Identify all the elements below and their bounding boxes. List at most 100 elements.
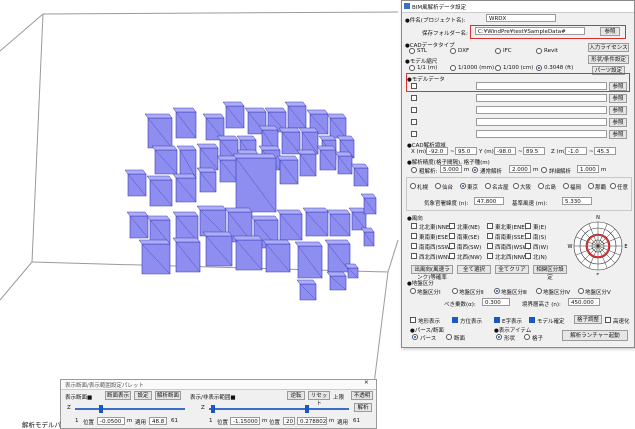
res-detail-input[interactable]: 1.000	[577, 165, 599, 173]
left-slider-track[interactable]	[75, 408, 185, 410]
launch-analysis-button[interactable]: 解析ランチャー起動	[562, 330, 628, 341]
right-upper-input[interactable]: 0.278802	[297, 417, 327, 425]
wind-dir-check[interactable]	[525, 243, 531, 249]
region-x-max-input[interactable]: 95.0	[455, 147, 477, 155]
cad-type-ifc-radio[interactable]	[495, 48, 501, 54]
direction-display-check[interactable]	[452, 317, 458, 323]
res-rough-input[interactable]: 5.000	[440, 165, 462, 173]
res-rough-radio[interactable]	[411, 167, 417, 173]
shape-condition-button[interactable]: 形状/条件設定	[588, 55, 629, 64]
palette-close-icon[interactable]: ✕	[364, 380, 369, 386]
model-row-4-input[interactable]	[476, 118, 607, 126]
city-fukuoka-radio[interactable]	[563, 183, 569, 189]
model-row-5-browse[interactable]: 参照	[609, 130, 627, 139]
model-row-5-input[interactable]	[476, 130, 607, 138]
display-grid-radio[interactable]	[524, 334, 530, 340]
region-x-min-input[interactable]: -92.0	[426, 147, 448, 155]
terrain-display-check[interactable]	[410, 317, 416, 323]
cad-type-revit-radio[interactable]	[536, 48, 542, 54]
city-osaka-radio[interactable]	[513, 183, 519, 189]
region-z-max-input[interactable]: 45.3	[594, 147, 616, 155]
res-normal-input[interactable]: 2.000	[509, 165, 531, 173]
left-slider-thumb[interactable]	[99, 405, 103, 413]
scale-ft-radio[interactable]	[536, 65, 542, 71]
city-nagoya-radio[interactable]	[485, 183, 491, 189]
e-display-check[interactable]	[494, 317, 500, 323]
left-apply-input[interactable]: 48.8	[149, 417, 167, 425]
temp-input[interactable]: 47.800	[474, 197, 504, 205]
right-lower-input[interactable]: -1.15000	[230, 417, 260, 425]
invert-button[interactable]: 逆転	[287, 391, 305, 400]
model-row-2-check[interactable]	[411, 95, 417, 101]
all-clear-button[interactable]: 全てクリア	[495, 265, 529, 274]
opacity-button[interactable]: 不透明	[351, 391, 373, 400]
right-slider-upper-thumb[interactable]	[305, 405, 309, 413]
pass-section-radio[interactable]	[446, 334, 452, 340]
wind-dir-check[interactable]	[411, 233, 417, 239]
wind-dir-check[interactable]	[411, 243, 417, 249]
import-license-button[interactable]: 入力ライセンス	[588, 43, 629, 52]
analysis-palette-button[interactable]: 解析	[354, 403, 372, 412]
res-normal-radio[interactable]	[472, 167, 478, 173]
model-row-4-browse[interactable]: 参照	[609, 118, 627, 127]
ref-wind-input[interactable]: 5.330	[562, 197, 592, 205]
cad-type-dxf-radio[interactable]	[450, 48, 456, 54]
analysis-section-button[interactable]: 解析断面	[155, 391, 181, 400]
city-custom-radio[interactable]	[610, 183, 616, 189]
section-setting-button[interactable]: 設定	[134, 391, 152, 400]
wind-dir-check[interactable]	[411, 223, 417, 229]
wind-dir-check[interactable]	[525, 253, 531, 259]
region-y-max-input[interactable]: 89.5	[523, 147, 545, 155]
res-detail-radio[interactable]	[541, 167, 547, 173]
wind-dir-check[interactable]	[525, 223, 531, 229]
city-sapporo-radio[interactable]	[410, 183, 416, 189]
palette-titlebar[interactable]: 表示断面/表示範囲設定パレット ✕	[61, 380, 376, 390]
ground-1-radio[interactable]	[410, 288, 416, 294]
city-sendai-radio[interactable]	[435, 183, 441, 189]
city-tokyo-radio[interactable]	[460, 183, 466, 189]
boundary-height-input[interactable]: 450.000	[568, 298, 600, 306]
region-y-min-input[interactable]: -98.0	[494, 147, 516, 155]
scale-1-1-radio[interactable]	[409, 65, 415, 71]
ground-4-radio[interactable]	[536, 288, 542, 294]
model-row-3-check[interactable]	[411, 107, 417, 113]
model-row-5-check[interactable]	[411, 131, 417, 137]
wind-dir-check[interactable]	[449, 243, 455, 249]
wind-dir-check[interactable]	[487, 223, 493, 229]
region-z-min-input[interactable]: -1.0	[565, 147, 587, 155]
wind-dir-check[interactable]	[487, 253, 493, 259]
wind-dir-check[interactable]	[487, 233, 493, 239]
reset-button[interactable]: リセット	[308, 391, 330, 407]
all-select-button[interactable]: 全て選択	[457, 265, 491, 274]
wind-dir-check[interactable]	[449, 223, 455, 229]
model-row-1-browse[interactable]: 参照	[609, 82, 627, 91]
model-row-1-input[interactable]	[476, 82, 607, 90]
dialog-titlebar[interactable]: BIM風解析データ設定	[402, 1, 634, 13]
wind-dir-check[interactable]	[487, 243, 493, 249]
cad-type-stl-radio[interactable]	[409, 48, 415, 54]
wind-dir-check[interactable]	[449, 253, 455, 259]
left-position-input[interactable]: -0.0500	[97, 417, 125, 425]
wind-dir-check[interactable]	[525, 233, 531, 239]
model-row-2-input[interactable]	[476, 94, 607, 102]
special-button[interactable]: 出風向(風速ランク)等確率	[411, 265, 453, 281]
detail-setting-button[interactable]: 相関区分設定	[533, 265, 567, 281]
wind-rose-compass[interactable]: N E S W	[566, 213, 630, 275]
high-speed-check[interactable]	[605, 317, 611, 323]
model-row-2-browse[interactable]: 参照	[609, 94, 627, 103]
right-count-input[interactable]: 20	[283, 417, 295, 425]
power-input[interactable]: 0.300	[482, 298, 510, 306]
model-row-3-input[interactable]	[476, 106, 607, 114]
city-hiroshima-radio[interactable]	[538, 183, 544, 189]
model-row-4-check[interactable]	[411, 119, 417, 125]
display-shape-radio[interactable]	[496, 334, 502, 340]
wind-dir-check[interactable]	[411, 253, 417, 259]
scale-1-1000-radio[interactable]	[450, 65, 456, 71]
right-slider-lower-thumb[interactable]	[211, 405, 215, 413]
scale-1-100-radio[interactable]	[495, 65, 501, 71]
model-row-1-check[interactable]	[411, 83, 417, 89]
ground-5-radio[interactable]	[578, 288, 584, 294]
model-confirm-check[interactable]	[529, 317, 535, 323]
ground-3-radio[interactable]	[494, 288, 500, 294]
model-row-3-browse[interactable]: 参照	[609, 106, 627, 115]
